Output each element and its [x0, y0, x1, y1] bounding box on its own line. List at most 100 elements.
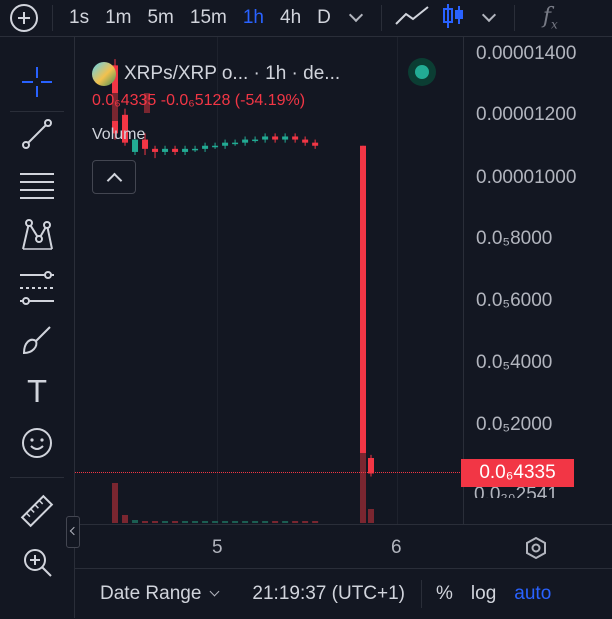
candlestick-chart-type-icon[interactable]	[442, 2, 464, 35]
volume-bar	[282, 521, 289, 523]
collapse-legend-button[interactable]	[92, 160, 136, 194]
candle-body	[292, 136, 299, 140]
horizontal-lines-icon[interactable]	[18, 166, 56, 204]
candle-body	[152, 148, 159, 152]
candle-body	[272, 136, 279, 140]
price-label: 0.00001400	[476, 43, 577, 64]
percent-scale-toggle[interactable]: %	[436, 583, 453, 605]
symbol-row[interactable]: XRPs/XRP o... · 1h · de...	[92, 60, 340, 88]
price-label: 0.0₅6000	[476, 290, 553, 311]
timeframe-1m[interactable]: 1m	[105, 7, 131, 29]
crosshair-icon[interactable]	[18, 63, 56, 101]
brush-icon[interactable]	[18, 321, 56, 359]
candle-body	[252, 139, 259, 142]
volume-bar	[212, 521, 219, 523]
timeframe-15m[interactable]: 15m	[190, 7, 227, 29]
volume-bar	[182, 521, 189, 523]
current-price-tag: 0.0₆4335	[461, 459, 574, 487]
volume-bar	[142, 521, 149, 523]
market-status-icon[interactable]	[408, 58, 436, 86]
top-toolbar: 1s 1m 5m 15m 1h 4h D fx	[0, 0, 612, 37]
candle-body	[242, 139, 249, 143]
timeframe-1h[interactable]: 1h	[243, 7, 264, 29]
price-label: 0.00001200	[476, 104, 577, 125]
current-price-line	[75, 472, 462, 473]
price-label: 0.0₅4000	[476, 352, 553, 373]
candle-body	[182, 148, 189, 152]
chart-legend: XRPs/XRP o... · 1h · de... 0.0₆4335 -0.0…	[92, 60, 340, 194]
timeframe-d[interactable]: D	[317, 7, 331, 29]
drawing-toolbar: T	[0, 37, 75, 618]
text-tool-icon[interactable]: T	[18, 373, 56, 411]
candle-body	[162, 148, 169, 152]
price-scale[interactable]: 0.00001400 0.00001200 0.00001000 0.0₅800…	[463, 37, 612, 524]
candle-body	[202, 145, 209, 149]
fib-retracement-icon[interactable]	[18, 269, 56, 307]
volume-label[interactable]: Volume	[92, 126, 145, 144]
volume-bar	[172, 521, 179, 523]
divider	[421, 580, 423, 608]
timeframe-5m[interactable]: 5m	[147, 7, 173, 29]
pattern-tool-icon[interactable]	[18, 217, 56, 255]
chevron-down-icon	[209, 586, 220, 597]
candle-body	[282, 136, 289, 140]
candle-body	[192, 148, 199, 151]
timeframe-dropdown-chevron-icon[interactable]	[348, 7, 363, 23]
candle-body	[312, 142, 319, 146]
candle-body	[222, 142, 229, 146]
timeframe-4h[interactable]: 4h	[280, 7, 301, 29]
divider	[10, 477, 64, 478]
timeframe-1s[interactable]: 1s	[69, 7, 89, 29]
time-label: 5	[212, 537, 223, 558]
candle-body	[232, 142, 239, 145]
candlestick-series	[112, 59, 374, 523]
auto-scale-toggle[interactable]: auto	[514, 583, 551, 605]
price-label: 0.0₅8000	[476, 228, 553, 249]
candle-body	[172, 148, 179, 152]
chart-type-dropdown-chevron-icon[interactable]	[481, 7, 496, 23]
chart-settings-icon[interactable]	[525, 536, 547, 564]
bottom-bar: Date Range 21:19:37 (UTC+1) % log auto	[75, 568, 612, 619]
emoji-icon[interactable]	[18, 424, 56, 462]
indicators-fx-icon[interactable]: fx	[543, 4, 558, 31]
ruler-icon[interactable]	[18, 492, 56, 530]
date-range-button[interactable]: Date Range	[100, 583, 220, 605]
volume-bar	[272, 521, 279, 523]
time-axis[interactable]: 5 6	[75, 524, 612, 569]
candle-body	[212, 145, 219, 148]
price-label: 0.0₅2000	[476, 414, 553, 435]
volume-bar	[222, 521, 229, 523]
volume-bar	[252, 521, 259, 523]
log-scale-toggle[interactable]: log	[471, 583, 496, 605]
line-chart-type-icon[interactable]	[394, 5, 430, 32]
divider	[513, 5, 515, 31]
clock[interactable]: 21:19:37 (UTC+1)	[252, 583, 405, 605]
candle-body	[302, 139, 309, 143]
ohlc-values: 0.0₆4335 -0.0₆5128 (-54.19%)	[92, 92, 306, 109]
collapse-toolbar-handle[interactable]	[66, 516, 80, 548]
volume-bar	[132, 520, 139, 523]
volume-bar	[368, 509, 374, 523]
trend-line-icon[interactable]	[18, 115, 56, 153]
divider	[10, 111, 64, 112]
token-logo	[92, 62, 116, 86]
zoom-in-icon[interactable]	[18, 543, 56, 581]
symbol-title: XRPs/XRP o... · 1h · de...	[124, 63, 341, 84]
volume-bar	[152, 521, 159, 523]
chart-pane[interactable]	[75, 37, 462, 524]
volume-bar	[112, 483, 118, 523]
volume-bar	[122, 515, 129, 523]
volume-bar	[192, 521, 199, 523]
volume-bar	[262, 521, 269, 523]
candle-body	[360, 145, 366, 459]
volume-bar	[292, 521, 299, 523]
divider	[380, 5, 382, 31]
volume-bar	[312, 521, 319, 523]
time-label: 6	[391, 537, 402, 558]
volume-bar	[302, 521, 309, 523]
add-symbol-icon[interactable]	[10, 4, 38, 32]
price-label: 0.00001000	[476, 167, 577, 188]
divider	[52, 5, 53, 31]
volume-bar	[202, 521, 209, 523]
volume-bar	[162, 521, 169, 523]
